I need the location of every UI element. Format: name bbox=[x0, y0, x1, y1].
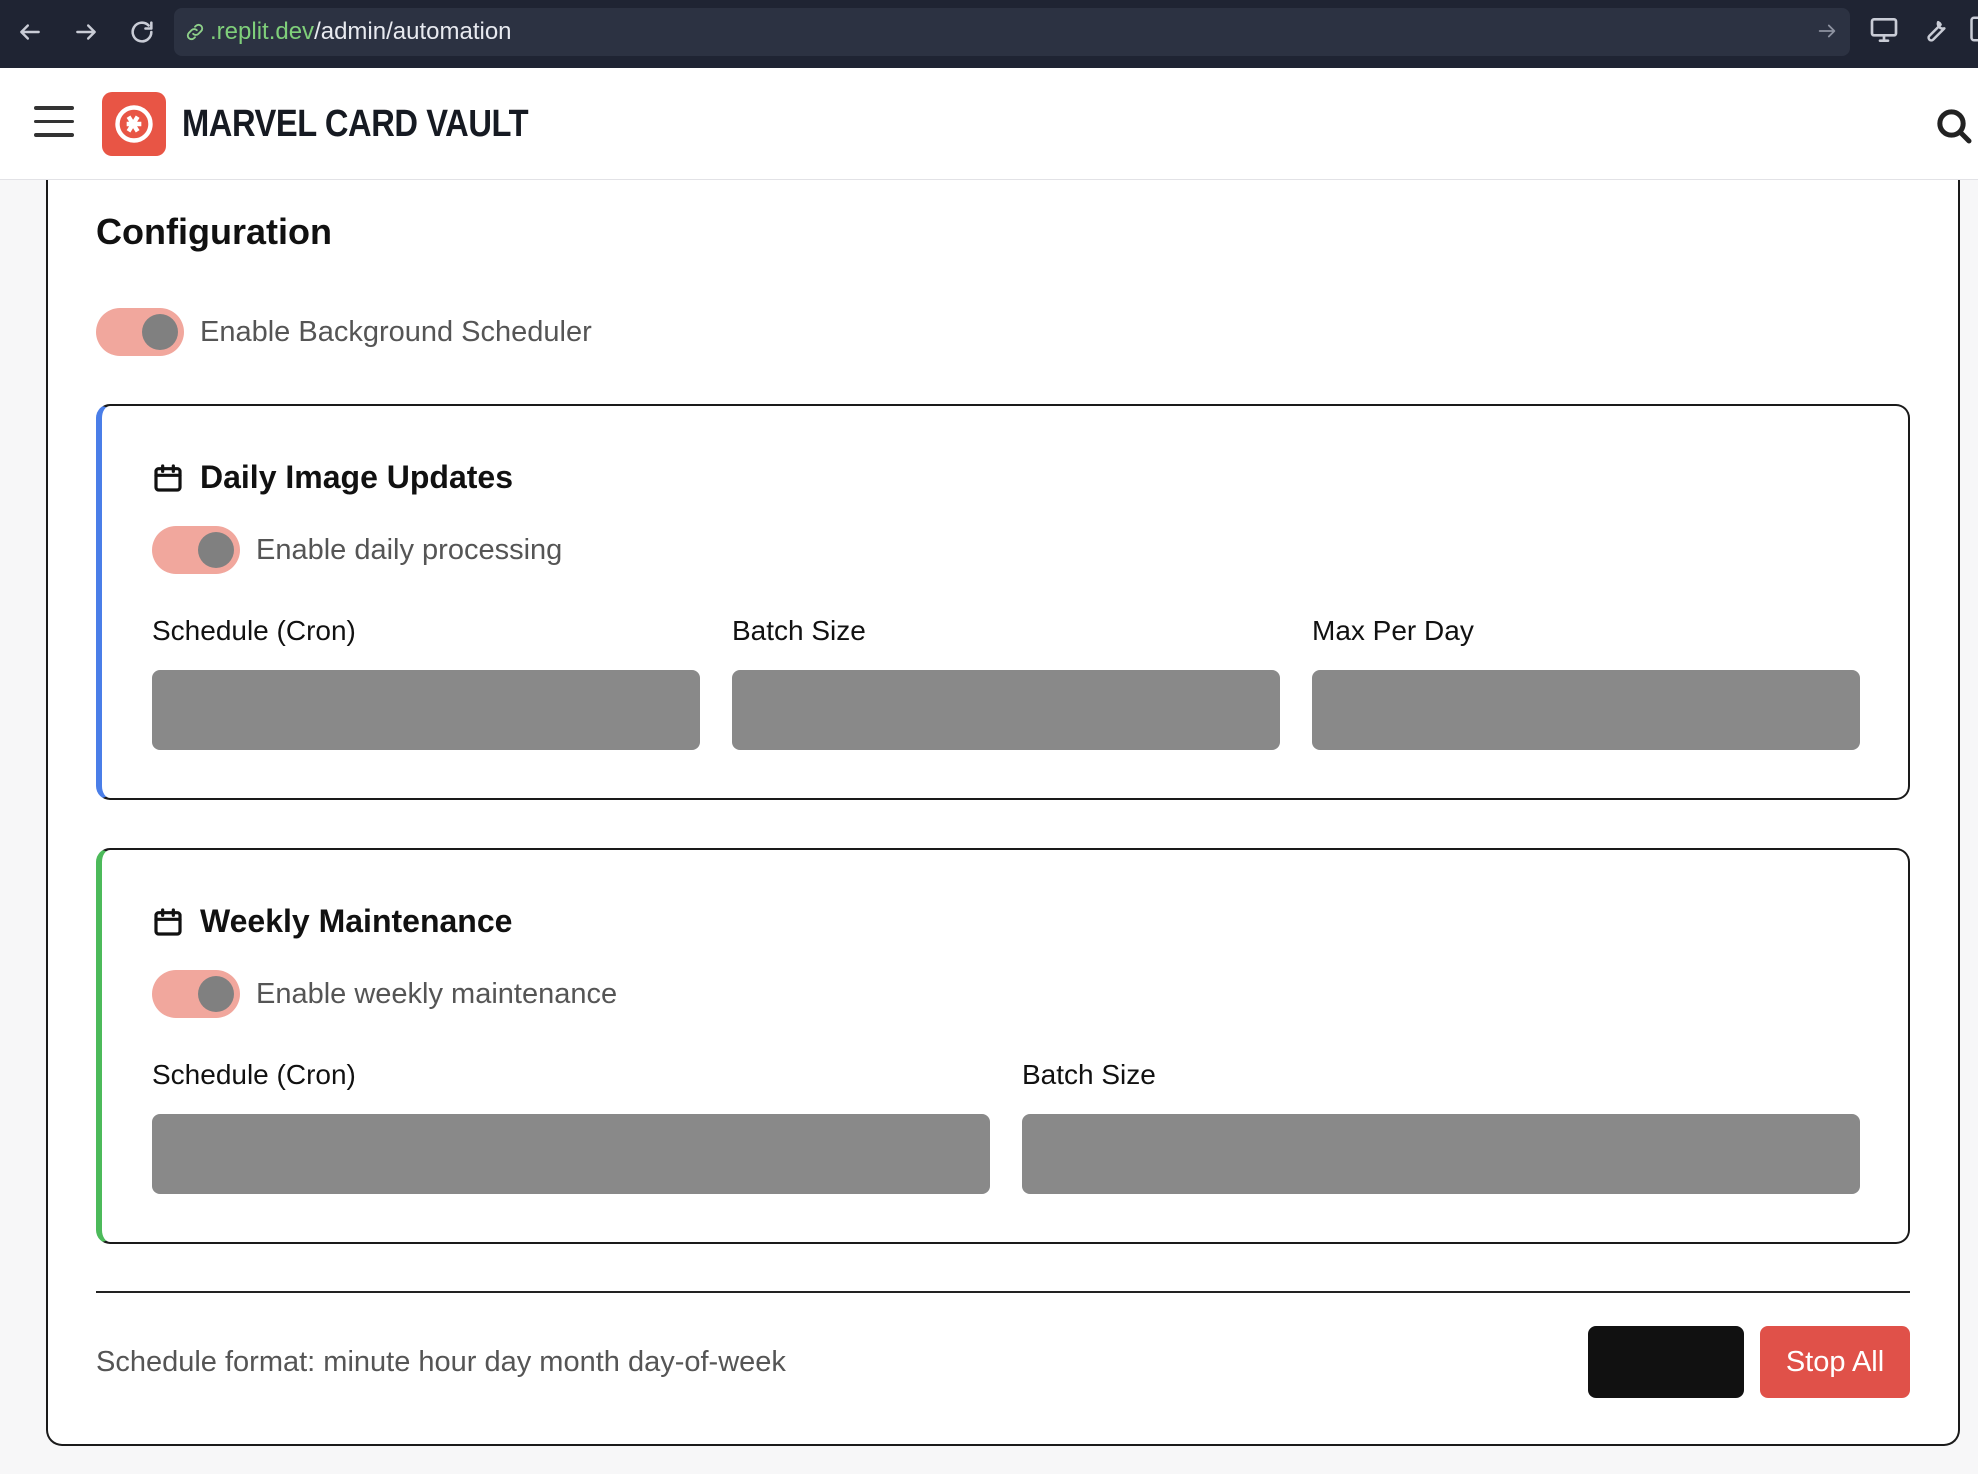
arrow-left-icon bbox=[20, 24, 40, 40]
browser-toolbar: .replit.dev/admin/automation bbox=[0, 0, 1978, 68]
daily-max-label: Max Per Day bbox=[1312, 615, 1474, 646]
url-path: /admin/automation bbox=[314, 18, 512, 45]
logo-icon bbox=[115, 105, 153, 143]
forward-button[interactable] bbox=[66, 12, 106, 52]
weekly-maintenance-title: Weekly Maintenance bbox=[200, 903, 513, 939]
weekly-schedule-input[interactable] bbox=[152, 1114, 990, 1194]
daily-max-input[interactable] bbox=[1312, 670, 1860, 750]
link-icon bbox=[184, 21, 206, 48]
reload-button[interactable] bbox=[122, 12, 162, 52]
device-preview-icon[interactable] bbox=[1868, 14, 1900, 51]
back-button[interactable] bbox=[10, 12, 50, 52]
toggle-knob bbox=[142, 314, 178, 350]
brand-name[interactable]: MARVEL CARD VAULT bbox=[182, 102, 529, 146]
arrow-right-icon bbox=[76, 24, 96, 40]
page-title: Configuration bbox=[96, 211, 332, 252]
divider bbox=[96, 1291, 1910, 1293]
daily-batch-input[interactable] bbox=[732, 670, 1280, 750]
sidebar-panel-icon[interactable] bbox=[1968, 14, 1978, 49]
daily-updates-title: Daily Image Updates bbox=[200, 459, 513, 495]
primary-action-button[interactable] bbox=[1588, 1326, 1744, 1398]
toggle-knob bbox=[198, 976, 234, 1012]
url-domain: .replit.dev bbox=[210, 18, 315, 45]
weekly-toggle[interactable] bbox=[152, 970, 240, 1018]
scheduler-toggle-label: Enable Background Scheduler bbox=[200, 316, 592, 348]
toggle-knob bbox=[198, 532, 234, 568]
daily-toggle-label: Enable daily processing bbox=[256, 534, 563, 566]
calendar-icon bbox=[152, 906, 184, 943]
weekly-batch-input[interactable] bbox=[1022, 1114, 1860, 1194]
go-arrow-icon[interactable] bbox=[1816, 20, 1838, 47]
stop-all-button[interactable]: Stop All bbox=[1760, 1326, 1910, 1398]
address-bar[interactable]: .replit.dev/admin/automation bbox=[174, 8, 1850, 56]
configuration-card bbox=[46, 180, 1960, 1446]
weekly-toggle-label: Enable weekly maintenance bbox=[256, 978, 618, 1010]
weekly-batch-label: Batch Size bbox=[1022, 1059, 1156, 1090]
daily-toggle[interactable] bbox=[152, 526, 240, 574]
daily-schedule-label: Schedule (Cron) bbox=[152, 615, 356, 646]
app-header: MARVEL CARD VAULT bbox=[0, 68, 1978, 180]
search-icon[interactable] bbox=[1934, 106, 1974, 151]
url-text: .replit.dev/admin/automation bbox=[210, 19, 512, 45]
reload-icon bbox=[131, 21, 153, 43]
wrench-icon[interactable] bbox=[1920, 14, 1950, 49]
daily-batch-label: Batch Size bbox=[732, 615, 866, 646]
scheduler-toggle[interactable] bbox=[96, 308, 184, 356]
logo[interactable] bbox=[102, 92, 166, 156]
weekly-schedule-label: Schedule (Cron) bbox=[152, 1059, 356, 1090]
schedule-format-note: Schedule format: minute hour day month d… bbox=[96, 1346, 786, 1378]
menu-icon[interactable] bbox=[34, 106, 74, 142]
calendar-icon bbox=[152, 462, 184, 499]
daily-schedule-input[interactable] bbox=[152, 670, 700, 750]
